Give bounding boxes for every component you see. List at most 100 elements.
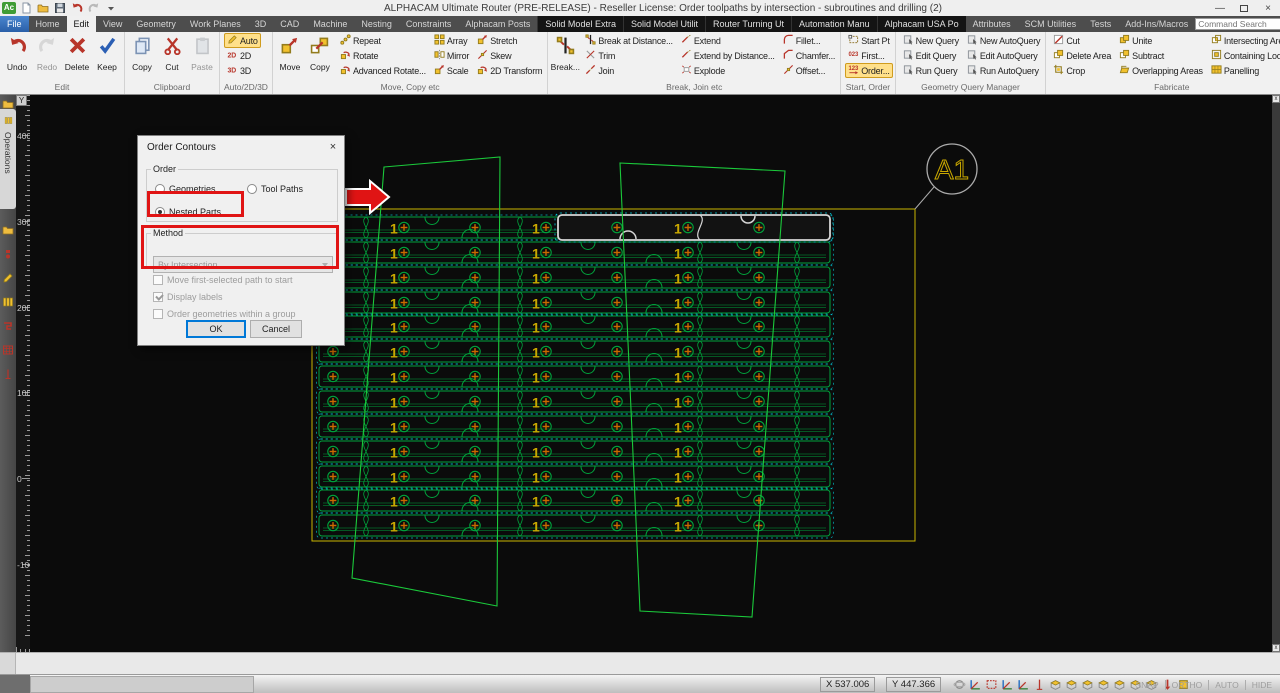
- toggle-hide[interactable]: HIDE: [1245, 680, 1278, 690]
- explode-button[interactable]: Explode: [678, 63, 778, 78]
- customize-quick-access-icon[interactable]: [104, 2, 118, 15]
- copy-button[interactable]: Copy: [305, 33, 335, 72]
- toggle-auto[interactable]: AUTO: [1208, 680, 1244, 690]
- cancel-button[interactable]: Cancel: [250, 320, 302, 338]
- tab-cad[interactable]: CAD: [273, 16, 306, 32]
- layers-icon[interactable]: [2, 295, 14, 307]
- view-orbit-icon[interactable]: [952, 677, 966, 692]
- checkbox-order-geometries-group[interactable]: Order geometries within a group: [153, 309, 296, 319]
- undo-icon[interactable]: [70, 2, 84, 15]
- radio-tool-paths[interactable]: Tool Paths: [247, 184, 303, 194]
- close-button[interactable]: ×: [1256, 1, 1280, 16]
- tab-attributes[interactable]: Attributes: [966, 16, 1018, 32]
- move-button[interactable]: Move: [275, 33, 305, 72]
- view-cube-back-icon[interactable]: [1080, 677, 1094, 692]
- radio-nested-parts[interactable]: Nested Parts: [155, 207, 221, 217]
- tooling-icon[interactable]: [2, 271, 14, 283]
- vertical-scrollbar[interactable]: x x: [1272, 95, 1280, 652]
- minimize-button[interactable]: —: [1208, 1, 1232, 16]
- open-file-icon[interactable]: [36, 2, 50, 15]
- tab-home[interactable]: Home: [29, 16, 67, 32]
- copy-button[interactable]: Copy: [127, 33, 157, 72]
- break-button[interactable]: Break...: [550, 33, 580, 72]
- keep-button[interactable]: Keep: [92, 33, 122, 72]
- run-query-button[interactable]: Run Query: [900, 63, 962, 78]
- radio-nested-parts-circle[interactable]: [155, 207, 165, 217]
- checkbox-display-labels[interactable]: Display labels: [153, 292, 223, 302]
- toggle-snap[interactable]: SNAP: [1130, 680, 1165, 690]
- new-file-icon[interactable]: [19, 2, 33, 15]
- tab-alphacam-posts[interactable]: Alphacam Posts: [458, 16, 537, 32]
- tab-view[interactable]: View: [96, 16, 129, 32]
- radio-tool-paths-circle[interactable]: [247, 184, 257, 194]
- clamp-icon[interactable]: [2, 319, 14, 331]
- 3d-button[interactable]: 3D3D: [224, 63, 261, 78]
- tab-file[interactable]: File: [0, 16, 29, 32]
- tab-alphacam-usa-po[interactable]: Alphacam USA Po: [877, 16, 966, 32]
- tool-marker-icon[interactable]: [2, 247, 14, 259]
- z-axis-icon[interactable]: [1032, 677, 1046, 692]
- cut-button[interactable]: Cut: [157, 33, 187, 72]
- overlapping-areas-button[interactable]: Overlapping Areas: [1116, 63, 1206, 78]
- view-cube-top-icon[interactable]: [1048, 677, 1062, 692]
- run-autoquery-button[interactable]: Run AutoQuery: [964, 63, 1043, 78]
- tab-machine[interactable]: Machine: [306, 16, 354, 32]
- tab-add-ins-macros[interactable]: Add-Ins/Macros: [1118, 16, 1195, 32]
- scale-button[interactable]: Scale: [431, 63, 472, 78]
- project-folder-icon[interactable]: [2, 97, 14, 109]
- xyz-axes-icon[interactable]: [1016, 677, 1030, 692]
- redo-button[interactable]: Redo: [32, 33, 62, 72]
- checkbox-move-first-selected-box[interactable]: [153, 275, 163, 285]
- trim-button[interactable]: Trim: [582, 48, 676, 63]
- tab-edit[interactable]: Edit: [67, 16, 97, 32]
- view-cube-front-icon[interactable]: [1064, 677, 1078, 692]
- materials-folder-icon[interactable]: [2, 223, 14, 235]
- tab-scm-utilities[interactable]: SCM Utilities: [1018, 16, 1084, 32]
- advanced-rotate-button[interactable]: Advanced Rotate...: [337, 63, 429, 78]
- ok-button[interactable]: OK: [186, 320, 246, 338]
- checkbox-order-geometries-group-box[interactable]: [153, 309, 163, 319]
- command-search-input[interactable]: [1195, 18, 1280, 30]
- panelling-button[interactable]: Panelling: [1208, 63, 1280, 78]
- redo-icon[interactable]: [87, 2, 101, 15]
- tab-router-turning-ut[interactable]: Router Turning Ut: [705, 16, 791, 32]
- tab-automation-manu[interactable]: Automation Manu: [791, 16, 877, 32]
- save-icon[interactable]: [53, 2, 67, 15]
- offset-button[interactable]: Offset...: [780, 63, 839, 78]
- dialog-close-icon[interactable]: ×: [322, 141, 344, 153]
- extend-by-distance-button[interactable]: Extend by Distance...: [678, 48, 778, 63]
- crop-button[interactable]: Crop: [1050, 63, 1114, 78]
- view-cube-right-icon[interactable]: [1112, 677, 1126, 692]
- operations-panel-tab[interactable]: Operations: [0, 109, 16, 209]
- undo-button[interactable]: Undo: [2, 33, 32, 72]
- scrollbar-close-bottom-icon[interactable]: x: [1272, 644, 1280, 652]
- tab-tests[interactable]: Tests: [1083, 16, 1118, 32]
- join-button[interactable]: Join: [582, 63, 676, 78]
- ucs-icon[interactable]: [1000, 677, 1014, 692]
- horizontal-scrollbar[interactable]: [0, 652, 1280, 674]
- plumb-line-icon[interactable]: [2, 367, 14, 379]
- tab-solid-model-utilit[interactable]: Solid Model Utilit: [623, 16, 705, 32]
- maximize-button[interactable]: [1232, 1, 1256, 16]
- radio-geometries-circle[interactable]: [155, 184, 165, 194]
- dialog-title-bar[interactable]: Order Contours ×: [138, 136, 344, 158]
- checkbox-display-labels-box[interactable]: [153, 292, 163, 302]
- extend-button[interactable]: Extend: [678, 33, 778, 48]
- break-at-distance-button[interactable]: Break at Distance...: [582, 33, 676, 48]
- paste-button[interactable]: Paste: [187, 33, 217, 72]
- tab-work-planes[interactable]: Work Planes: [183, 16, 248, 32]
- radio-geometries[interactable]: Geometries: [155, 184, 216, 194]
- view-cube-left-icon[interactable]: [1096, 677, 1110, 692]
- delete-button[interactable]: Delete: [62, 33, 92, 72]
- scrollbar-close-top-icon[interactable]: x: [1272, 95, 1280, 103]
- 2d-transform-button[interactable]: 2D Transform: [474, 63, 545, 78]
- view-rotate-icon[interactable]: [968, 677, 982, 692]
- tab-constraints[interactable]: Constraints: [399, 16, 459, 32]
- toggle-ortho[interactable]: ORTHO: [1165, 680, 1209, 690]
- mesh-icon[interactable]: [2, 343, 14, 355]
- tab-solid-model-extra[interactable]: Solid Model Extra: [537, 16, 623, 32]
- tab-3d[interactable]: 3D: [248, 16, 274, 32]
- tab-nesting[interactable]: Nesting: [354, 16, 399, 32]
- tab-geometry[interactable]: Geometry: [129, 16, 183, 32]
- method-combobox[interactable]: By Intersection: [153, 256, 333, 273]
